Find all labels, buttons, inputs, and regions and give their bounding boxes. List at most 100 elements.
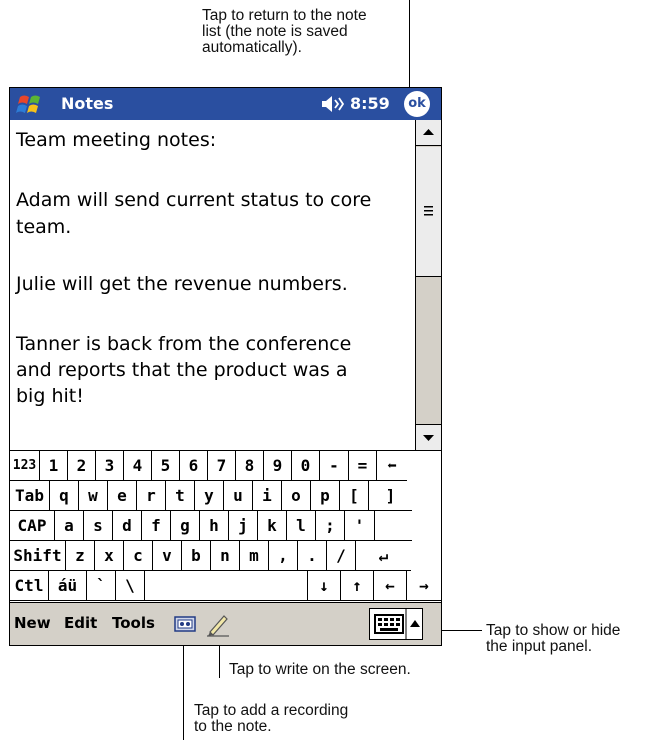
clock[interactable]: 8:59 xyxy=(350,94,390,113)
key-period[interactable]: . xyxy=(298,541,327,571)
key-accents[interactable]: áü xyxy=(49,571,87,601)
key-1[interactable]: 1 xyxy=(40,451,68,481)
vertical-scrollbar[interactable] xyxy=(415,120,441,450)
key-o[interactable]: o xyxy=(282,481,311,511)
keyboard-row-4: Shift z x c v b n m , . / ↵ xyxy=(10,541,411,571)
key-v[interactable]: v xyxy=(153,541,182,571)
scroll-thumb[interactable] xyxy=(416,147,441,277)
grip-icon xyxy=(424,206,433,216)
keyboard-row-2: Tab q w e r t y u i o p [ ] xyxy=(10,481,412,511)
key-backtick[interactable]: ` xyxy=(87,571,116,601)
callout-ok-line: list (the note is saved xyxy=(202,23,348,40)
app-title: Notes xyxy=(61,94,114,113)
keyboard-icon xyxy=(374,614,404,634)
scroll-up-button[interactable] xyxy=(416,120,441,146)
recording-icon[interactable] xyxy=(174,615,196,633)
key-k[interactable]: k xyxy=(258,511,287,541)
key-c[interactable]: c xyxy=(124,541,153,571)
pen-icon[interactable] xyxy=(205,611,231,637)
key-semicolon[interactable]: ; xyxy=(316,511,345,541)
key-p[interactable]: p xyxy=(311,481,340,511)
scroll-down-button[interactable] xyxy=(416,424,441,450)
key-r[interactable]: r xyxy=(137,481,166,511)
key-l[interactable]: l xyxy=(287,511,316,541)
key-6[interactable]: 6 xyxy=(180,451,208,481)
key-backslash[interactable]: \ xyxy=(116,571,145,601)
key-arrow-up[interactable]: ↑ xyxy=(341,571,374,601)
note-line: Adam will send current status to core xyxy=(16,189,372,211)
callout-ok-line: Tap to return to the note xyxy=(202,7,367,24)
space-key[interactable] xyxy=(145,571,308,601)
key-minus[interactable]: - xyxy=(320,451,349,481)
key-shift[interactable]: Shift xyxy=(10,541,66,571)
key-0[interactable]: 0 xyxy=(292,451,320,481)
device-screen: Notes 8:59 ok Team meeting notes: Adam w… xyxy=(9,87,442,646)
key-8[interactable]: 8 xyxy=(236,451,264,481)
key-9[interactable]: 9 xyxy=(264,451,292,481)
key-f[interactable]: f xyxy=(142,511,171,541)
key-n[interactable]: n xyxy=(211,541,240,571)
key-h[interactable]: h xyxy=(200,511,229,541)
key-tab[interactable]: Tab xyxy=(10,481,50,511)
note-body[interactable]: Team meeting notes: Adam will send curre… xyxy=(10,120,415,450)
key-slash[interactable]: / xyxy=(327,541,356,571)
callout-sip: Tap to show or hide the input panel. xyxy=(486,623,620,655)
callout-recording-line: to the note. xyxy=(194,718,272,735)
callout-sip-line: the input panel. xyxy=(486,638,593,655)
key-caps[interactable]: CAP xyxy=(10,511,55,541)
key-b[interactable]: b xyxy=(182,541,211,571)
windows-start-icon[interactable] xyxy=(14,91,52,117)
key-7[interactable]: 7 xyxy=(208,451,236,481)
callout-recording-leader xyxy=(183,644,184,740)
key-apostrophe[interactable]: ' xyxy=(345,511,375,541)
note-line: team. xyxy=(16,216,72,238)
key-123[interactable]: 123 xyxy=(10,451,40,481)
key-a[interactable]: a xyxy=(55,511,84,541)
backspace-key[interactable]: ⬅ xyxy=(377,451,407,481)
callout-recording: Tap to add a recording to the note. xyxy=(194,703,348,735)
key-e[interactable]: e xyxy=(108,481,137,511)
soft-keyboard: 123 1 2 3 4 5 6 7 8 9 0 - = ⬅ Tab q w e … xyxy=(10,450,441,603)
sip-arrow-up-icon xyxy=(410,620,420,627)
key-u[interactable]: u xyxy=(224,481,253,511)
menu-edit[interactable]: Edit xyxy=(64,614,97,632)
speaker-icon[interactable] xyxy=(320,93,346,115)
key-ctl[interactable]: Ctl xyxy=(10,571,49,601)
input-panel-button[interactable] xyxy=(369,608,423,640)
key-j[interactable]: j xyxy=(229,511,258,541)
key-arrow-left[interactable]: ← xyxy=(374,571,407,601)
key-m[interactable]: m xyxy=(240,541,269,571)
enter-key[interactable]: ↵ xyxy=(356,541,411,571)
arrow-up-icon xyxy=(423,129,434,135)
key-y[interactable]: y xyxy=(195,481,224,511)
key-equals[interactable]: = xyxy=(349,451,377,481)
keyboard-row-1: 123 1 2 3 4 5 6 7 8 9 0 - = ⬅ xyxy=(10,451,407,481)
key-right-bracket[interactable]: ] xyxy=(369,481,412,511)
key-z[interactable]: z xyxy=(66,541,95,571)
callout-sip-leader xyxy=(440,630,482,631)
key-q[interactable]: q xyxy=(50,481,79,511)
key-5[interactable]: 5 xyxy=(152,451,180,481)
key-t[interactable]: t xyxy=(166,481,195,511)
key-4[interactable]: 4 xyxy=(124,451,152,481)
key-g[interactable]: g xyxy=(171,511,200,541)
ok-button[interactable]: ok xyxy=(404,91,430,117)
note-line: and reports that the product was a xyxy=(16,359,348,381)
key-x[interactable]: x xyxy=(95,541,124,571)
menu-bar: New Edit Tools xyxy=(10,602,441,645)
key-3[interactable]: 3 xyxy=(96,451,124,481)
key-i[interactable]: i xyxy=(253,481,282,511)
key-left-bracket[interactable]: [ xyxy=(340,481,369,511)
key-w[interactable]: w xyxy=(79,481,108,511)
key-2[interactable]: 2 xyxy=(68,451,96,481)
key-d[interactable]: d xyxy=(113,511,142,541)
menu-new[interactable]: New xyxy=(14,614,51,632)
key-s[interactable]: s xyxy=(84,511,113,541)
note-line: Tanner is back from the conference xyxy=(16,333,352,355)
key-arrow-down[interactable]: ↓ xyxy=(308,571,341,601)
note-line: Team meeting notes: xyxy=(16,129,217,151)
key-comma[interactable]: , xyxy=(269,541,298,571)
menu-tools[interactable]: Tools xyxy=(112,614,155,632)
key-arrow-right[interactable]: → xyxy=(407,571,441,601)
keyboard-row-3: CAP a s d f g h j k l ; ' xyxy=(10,511,412,541)
